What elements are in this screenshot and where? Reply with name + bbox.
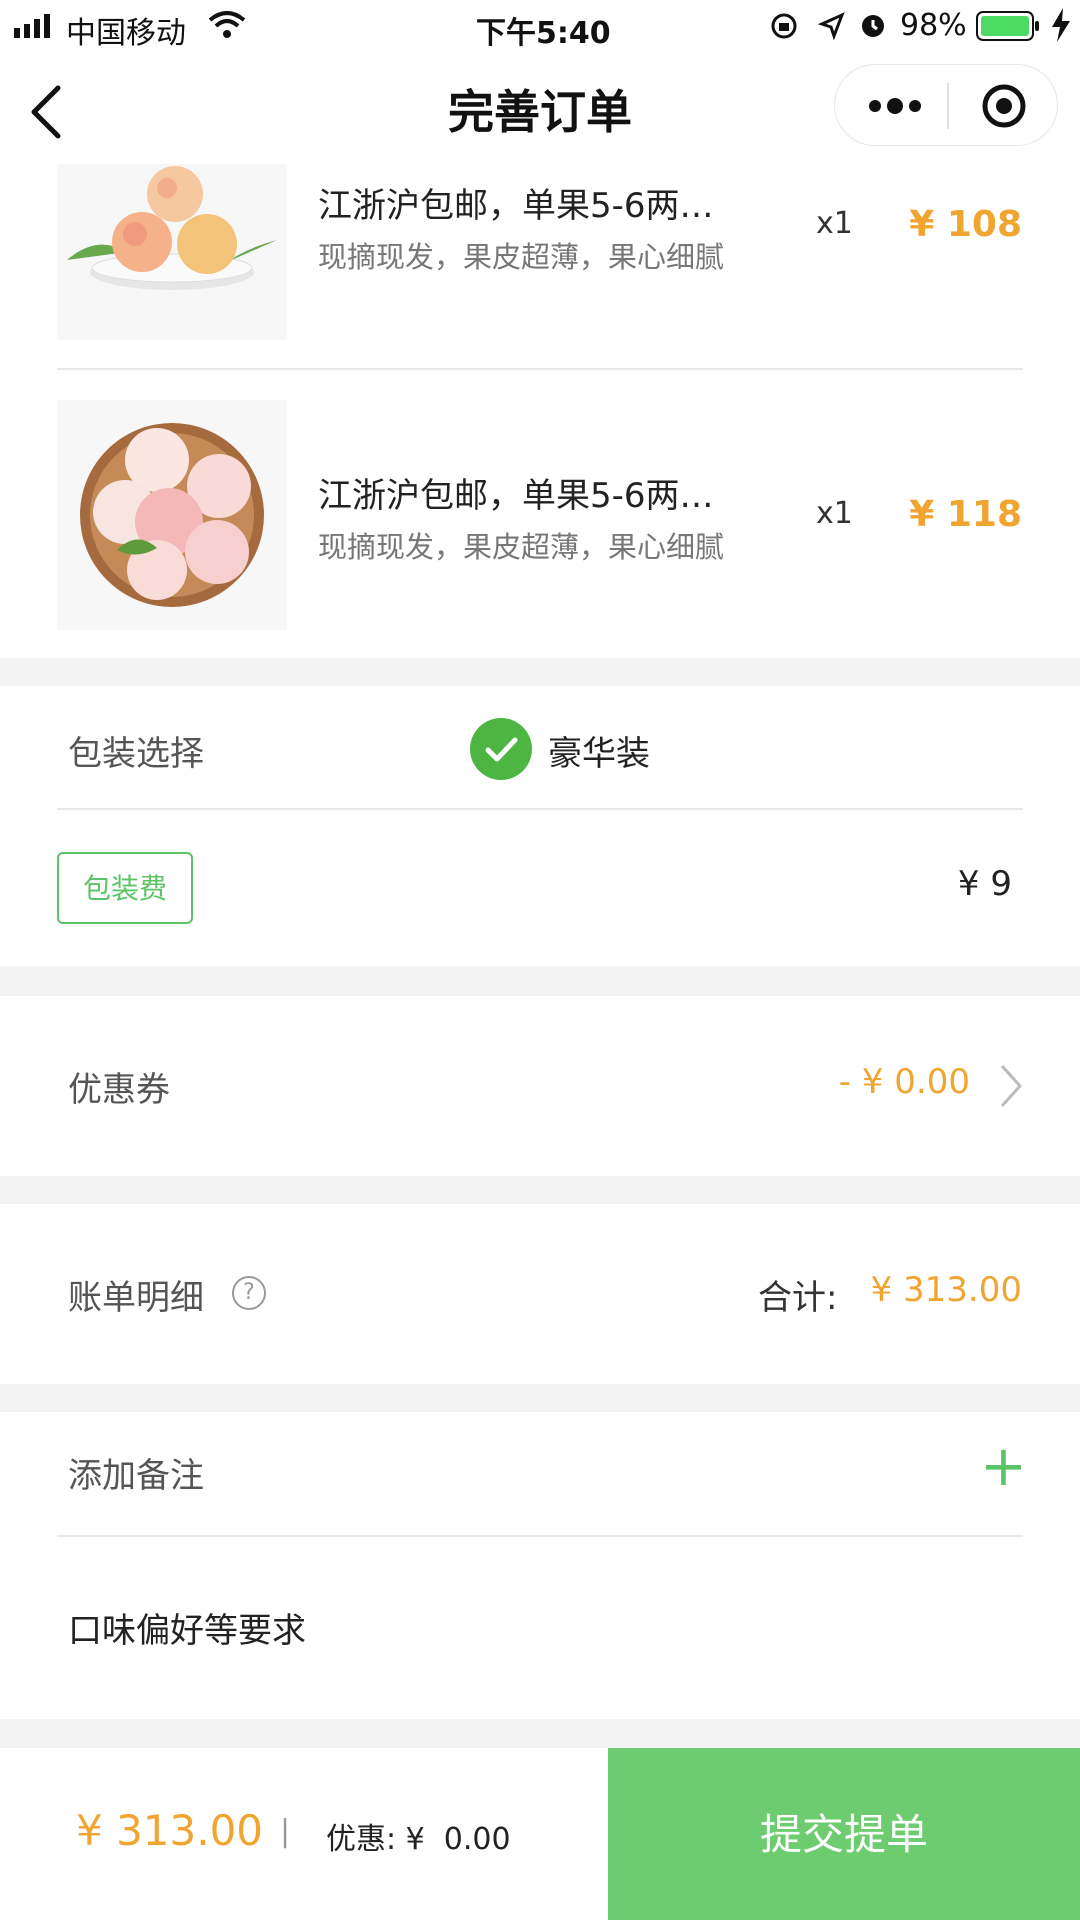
footer-separator: | xyxy=(280,1814,291,1849)
carrier-label: 中国移动 xyxy=(66,16,186,51)
capsule-divider xyxy=(947,83,949,129)
wifi-icon xyxy=(208,11,246,38)
battery-icon xyxy=(976,11,1039,41)
menu-capsule xyxy=(834,64,1058,146)
packaging-fee-tag: 包装费 xyxy=(57,852,193,924)
bottom-bar: ¥ 313.00 | 优惠: ¥ 0.00 提交提单 xyxy=(0,1748,1080,1920)
product-price: ¥ 108 xyxy=(909,204,1022,245)
bill-total-label: 合计: xyxy=(758,1278,838,1318)
remark-placeholder: 口味偏好等要求 xyxy=(68,1611,306,1651)
packaging-fee-row: 包装费 ¥ 9 xyxy=(0,810,1080,966)
divider xyxy=(57,368,1023,370)
coupon-value: - ¥ 0.00 xyxy=(838,1062,970,1102)
product-quantity: x1 xyxy=(816,496,853,531)
product-price: ¥ 118 xyxy=(909,494,1022,535)
packaging-row: 包装选择 豪华装 xyxy=(0,686,1080,810)
clock: 下午5:40 xyxy=(476,16,611,51)
signal-icon xyxy=(14,14,50,38)
product-title: 江浙沪包邮，单果5-6两… xyxy=(318,186,714,226)
packaging-label: 包装选择 xyxy=(68,734,204,774)
checkmark-icon xyxy=(470,718,532,780)
section-gap xyxy=(0,1176,1080,1204)
submit-order-button[interactable]: 提交提单 xyxy=(608,1748,1080,1920)
peach-basket-image xyxy=(80,423,264,607)
location-icon xyxy=(818,12,845,40)
packaging-option[interactable]: 豪华装 xyxy=(470,718,690,782)
bill-total-value: ¥ 313.00 xyxy=(870,1270,1022,1310)
remark-label: 添加备注 xyxy=(68,1456,204,1496)
charging-icon xyxy=(1052,8,1070,42)
help-icon[interactable]: ? xyxy=(232,1276,266,1310)
section-gap xyxy=(0,966,1080,996)
packaging-option-label: 豪华装 xyxy=(548,734,650,774)
nav-bar: 完善订单 xyxy=(0,54,1080,164)
product-title: 江浙沪包邮，单果5-6两… xyxy=(318,476,714,516)
remark-header[interactable]: 添加备注 + xyxy=(0,1412,1080,1536)
close-miniprogram-button[interactable] xyxy=(981,83,1027,129)
peach-plate-image xyxy=(67,166,277,290)
product-subtitle: 现摘现发，果皮超薄，果心细腻 xyxy=(318,240,725,274)
footer-discount: 优惠: ¥ 0.00 xyxy=(326,1822,511,1857)
product-item[interactable]: 江浙沪包邮，单果5-6两… 现摘现发，果皮超薄，果心细腻 x1 ¥ 118 xyxy=(0,400,1080,630)
add-remark-icon[interactable]: + xyxy=(980,1434,1027,1499)
remark-input[interactable]: 口味偏好等要求 xyxy=(0,1537,1080,1719)
coupon-row[interactable]: 优惠券 - ¥ 0.00 xyxy=(0,996,1080,1176)
product-item[interactable]: 江浙沪包邮，单果5-6两… 现摘现发，果皮超薄，果心细腻 x1 ¥ 108 xyxy=(0,164,1080,370)
footer-total: ¥ 313.00 xyxy=(76,1806,264,1855)
packaging-fee-value: ¥ 9 xyxy=(957,864,1012,904)
section-gap xyxy=(0,1719,1080,1748)
coupon-label: 优惠券 xyxy=(68,1070,170,1110)
product-image xyxy=(57,164,287,340)
battery-percent: 98% xyxy=(900,8,967,43)
product-subtitle: 现摘现发，果皮超薄，果心细腻 xyxy=(318,530,725,564)
status-bar: 中国移动 下午5:40 98% xyxy=(0,0,1080,54)
bill-row: 账单明细 ? 合计: ¥ 313.00 xyxy=(0,1204,1080,1384)
rotation-lock-icon xyxy=(771,13,797,39)
section-gap xyxy=(0,1384,1080,1412)
section-gap xyxy=(0,658,1080,686)
product-quantity: x1 xyxy=(816,206,853,241)
chevron-right-icon xyxy=(1000,1064,1023,1108)
more-button[interactable] xyxy=(867,93,923,119)
bill-label: 账单明细 xyxy=(68,1278,204,1318)
product-image xyxy=(57,400,287,630)
alarm-icon xyxy=(862,15,884,37)
